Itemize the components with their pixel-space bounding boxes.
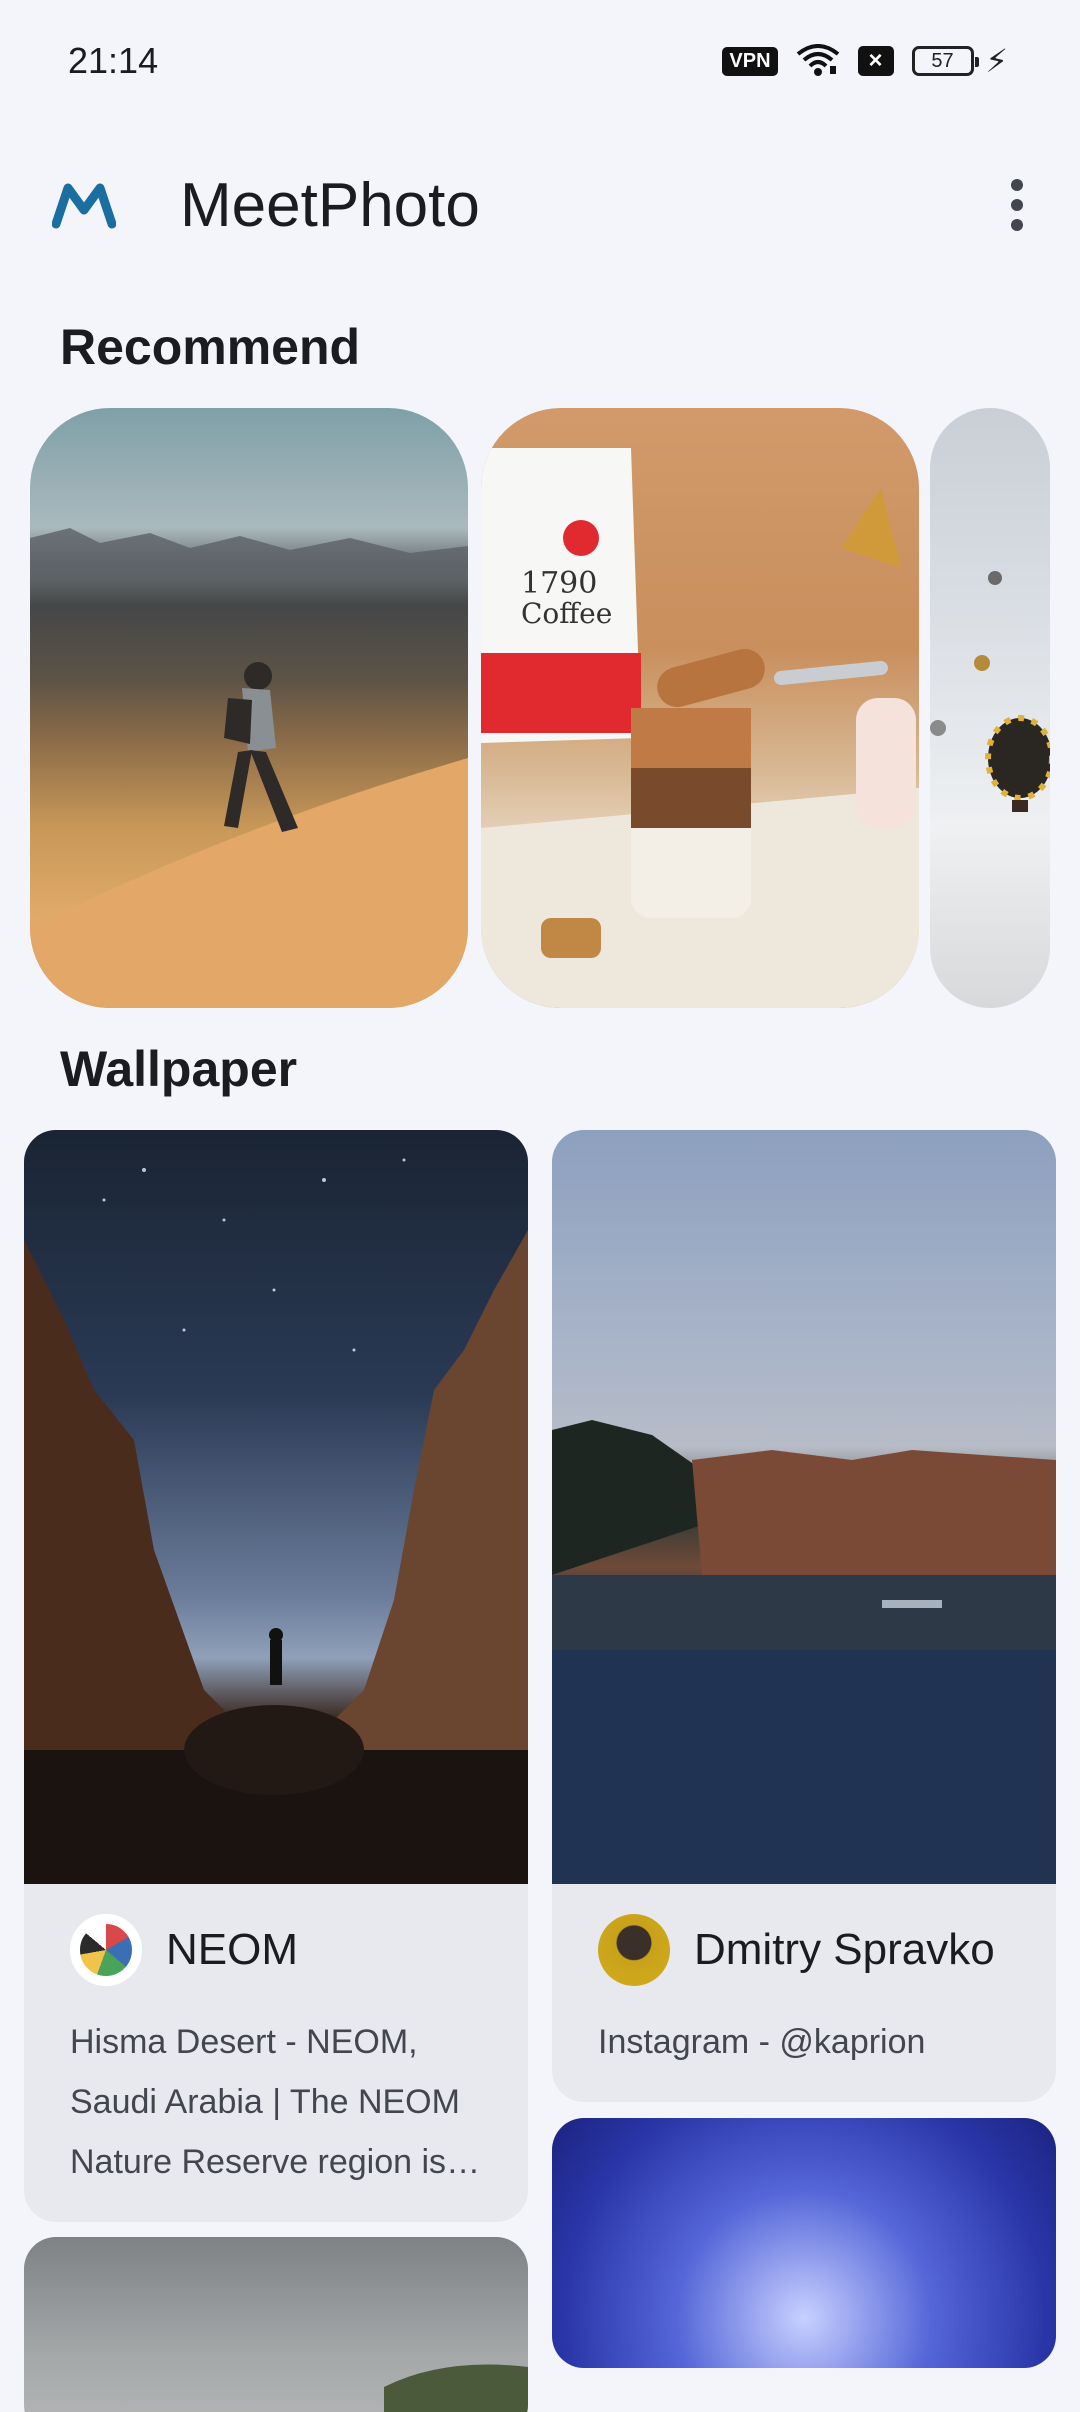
- author-row: Dmitry Spravko: [598, 1914, 1010, 1986]
- recommend-section-title: Recommend: [60, 319, 361, 375]
- status-icons: VPN × 57 ⚡: [722, 42, 1008, 80]
- hiker-image: [30, 528, 468, 1008]
- notification-x-icon: ×: [857, 46, 894, 76]
- coffee-image: 1790 Coffee: [481, 448, 919, 1008]
- author-name[interactable]: Dmitry Spravko: [694, 1925, 995, 1975]
- svg-text:1790: 1790: [521, 566, 597, 601]
- wallpaper-card-dmitry[interactable]: Dmitry Spravko Instagram - @kaprion: [552, 1130, 1056, 2102]
- wallpaper-image-cloudy: [24, 2237, 528, 2412]
- wallpaper-image-canyon: [24, 1130, 528, 1884]
- battery-icon: 57: [911, 46, 979, 76]
- avatar[interactable]: [598, 1914, 670, 1986]
- app-bar: MeetPhoto: [0, 140, 1080, 270]
- charging-bolt-icon: ⚡: [985, 43, 1008, 79]
- wallpaper-card-info: NEOM Hisma Desert - NEOM, Saudi Arabia |…: [24, 1884, 528, 2222]
- app-title: MeetPhoto: [180, 171, 480, 240]
- vpn-icon: VPN: [722, 46, 778, 76]
- wallpaper-card-cloudy[interactable]: [24, 2237, 528, 2412]
- author-row: NEOM: [70, 1914, 482, 1986]
- wallpaper-card-info: Dmitry Spravko Instagram - @kaprion: [552, 1884, 1056, 2102]
- wallpaper-image-blue-pattern: [552, 2118, 1056, 2368]
- status-bar: 21:14 VPN × 57 ⚡: [0, 0, 1080, 120]
- more-vert-icon[interactable]: [982, 170, 1052, 240]
- recommend-carousel[interactable]: 1790 Coffee: [0, 408, 1080, 1008]
- app-screen: 21:14 VPN × 57 ⚡ MeetPhoto Recommend 179…: [0, 0, 1080, 2412]
- wallpaper-description: Hisma Desert - NEOM, Saudi Arabia | The …: [70, 2023, 460, 2181]
- recommend-card-balloons[interactable]: [930, 408, 1050, 1008]
- wallpaper-card-blue[interactable]: [552, 2118, 1056, 2368]
- avatar[interactable]: [70, 1914, 142, 1986]
- recommend-card-coffee[interactable]: 1790 Coffee: [481, 408, 919, 1008]
- wallpaper-description: Instagram - @kaprion: [598, 2023, 926, 2061]
- author-name[interactable]: NEOM: [166, 1925, 298, 1975]
- recommend-card-hiker[interactable]: [30, 408, 468, 1008]
- wallpaper-image-lake: [552, 1130, 1056, 1884]
- svg-text:Coffee: Coffee: [521, 597, 612, 630]
- status-time: 21:14: [68, 40, 159, 81]
- balloons-image: [930, 571, 1050, 812]
- app-logo-icon: [52, 183, 116, 229]
- wallpaper-card-neom[interactable]: NEOM Hisma Desert - NEOM, Saudi Arabia |…: [24, 1130, 528, 2222]
- wifi-icon: [796, 44, 839, 76]
- wallpaper-section-title: Wallpaper: [60, 1041, 298, 1097]
